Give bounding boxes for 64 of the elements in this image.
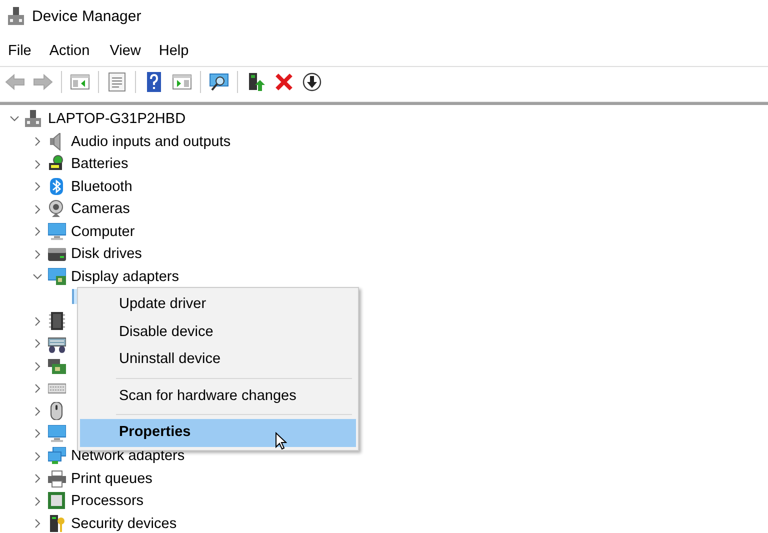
tree-item-label[interactable]: Network adapters: [71, 448, 185, 464]
webcam-icon: [48, 200, 66, 218]
monitor-icon: [48, 222, 66, 241]
mouse-pointer-icon: [275, 432, 287, 450]
menu-item[interactable]: File: [0, 41, 40, 61]
panel-icon[interactable]: [172, 72, 192, 92]
monitor-icon: [48, 424, 66, 443]
panel-icon[interactable]: [70, 72, 90, 92]
menu-item[interactable]: Properties: [80, 419, 356, 446]
window-title: Device Manager: [32, 8, 142, 24]
computer-icon: [8, 7, 24, 25]
help-icon[interactable]: [144, 72, 164, 92]
chevron-icon[interactable]: [34, 474, 40, 484]
network-icon: [48, 447, 66, 466]
tree-item-label[interactable]: Display adapters: [71, 268, 179, 285]
menu-item[interactable]: Update driver: [80, 291, 356, 318]
chevron-icon[interactable]: [34, 362, 40, 371]
keyboard-mouse-icon: [48, 334, 66, 353]
disk-drive-icon: [48, 245, 66, 264]
device-up-arrow-icon[interactable]: [246, 72, 266, 92]
chevron-icon[interactable]: [34, 519, 40, 528]
tree-item-label[interactable]: Security devices: [71, 516, 177, 532]
processor-icon: [48, 492, 66, 510]
chevron-icon[interactable]: [34, 452, 40, 461]
close-icon[interactable]: [274, 72, 294, 92]
tree-item-label[interactable]: Disk drives: [71, 246, 142, 262]
memory-chip-icon: [48, 312, 66, 330]
chevron-icon[interactable]: [34, 204, 40, 214]
tree-item-label[interactable]: Cameras: [71, 201, 130, 218]
menu-item[interactable]: Action: [41, 41, 98, 61]
chevron-icon[interactable]: [34, 384, 40, 394]
chevron-icon[interactable]: [34, 250, 40, 259]
chevron-icon[interactable]: [34, 160, 40, 169]
chevron-icon[interactable]: [34, 406, 40, 416]
chevron-icon[interactable]: [10, 116, 19, 122]
tree-item-label[interactable]: Processors: [71, 493, 144, 510]
chevron-icon[interactable]: [34, 182, 40, 192]
tree-item-label[interactable]: Audio inputs and outputs: [71, 134, 231, 150]
menu-item[interactable]: Help: [150, 41, 197, 61]
tree-item-label[interactable]: Batteries: [71, 156, 128, 172]
chevron-icon[interactable]: [34, 227, 40, 236]
down-arrow-circle-icon[interactable]: [302, 72, 322, 92]
chevron-icon[interactable]: [34, 429, 40, 438]
bluetooth-icon: [48, 178, 66, 196]
chevron-icon[interactable]: [33, 274, 42, 280]
chevron-icon[interactable]: [34, 496, 40, 506]
tree-item-label[interactable]: Computer: [71, 224, 135, 240]
printer-icon: [48, 470, 66, 488]
display-adapter-icon: [48, 268, 66, 286]
key-device-icon: [48, 514, 66, 533]
tree-item-label[interactable]: LAPTOP-G31P2HBD: [48, 111, 186, 128]
menu-item[interactable]: View: [102, 41, 149, 61]
monitor-search-icon[interactable]: [209, 72, 229, 92]
menu-item[interactable]: Disable device: [80, 318, 356, 346]
tree-item-label[interactable]: Print queues: [71, 470, 152, 487]
chevron-icon[interactable]: [34, 339, 40, 348]
chevron-icon[interactable]: [34, 316, 40, 326]
expansion-card-icon: [48, 357, 66, 376]
tree-item-label[interactable]: Bluetooth: [71, 178, 132, 195]
document-icon[interactable]: [107, 72, 127, 92]
menu-item[interactable]: Uninstall device: [80, 346, 356, 374]
computer-icon: [25, 110, 43, 128]
chevron-icon[interactable]: [34, 137, 40, 146]
menu-item[interactable]: Scan for hardware changes: [80, 382, 356, 410]
